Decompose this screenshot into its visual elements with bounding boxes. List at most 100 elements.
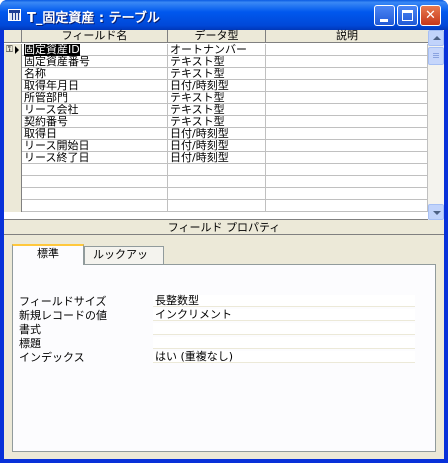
row-selector[interactable] xyxy=(4,92,22,104)
row-selector[interactable]: ⚿ xyxy=(4,44,22,56)
close-button[interactable]: ✕ xyxy=(420,5,441,26)
data-type-cell[interactable] xyxy=(168,164,266,176)
row-selector[interactable] xyxy=(4,176,22,188)
maximize-button[interactable] xyxy=(397,5,418,26)
description-cell[interactable] xyxy=(266,176,428,188)
property-value-field[interactable]: はい (重複なし) xyxy=(153,351,415,363)
table-row[interactable]: ⚿ 固定資産ID オートナンバー xyxy=(4,44,428,56)
arrow-down-icon xyxy=(433,211,441,215)
data-type-cell[interactable] xyxy=(168,188,266,200)
data-type-cell[interactable]: テキスト型 xyxy=(168,68,266,80)
field-name-cell[interactable]: 取得年月日 xyxy=(22,80,168,92)
field-name-cell[interactable] xyxy=(22,188,168,200)
scroll-thumb[interactable] xyxy=(428,47,444,65)
header-description[interactable]: 説明 xyxy=(266,30,428,43)
scroll-up-button[interactable] xyxy=(428,30,444,46)
field-name-cell-text: 取得日 xyxy=(24,128,57,140)
table-row[interactable]: 所管部門 テキスト型 xyxy=(4,92,428,104)
data-type-cell[interactable]: 日付/時刻型 xyxy=(168,140,266,152)
description-cell[interactable] xyxy=(266,200,428,212)
data-type-cell[interactable]: テキスト型 xyxy=(168,92,266,104)
description-cell[interactable] xyxy=(266,104,428,116)
table-row[interactable] xyxy=(4,188,428,200)
row-selector[interactable] xyxy=(4,80,22,92)
data-type-cell[interactable] xyxy=(168,200,266,212)
table-row[interactable] xyxy=(4,200,428,212)
property-row: 標題 xyxy=(19,337,419,350)
data-type-cell[interactable]: オートナンバー xyxy=(168,44,266,56)
property-value-field[interactable] xyxy=(153,323,415,335)
field-name-cell-text: 取得年月日 xyxy=(24,80,79,92)
property-value-field[interactable]: インクリメント xyxy=(153,309,415,321)
property-row: フィールドサイズ 長整数型 xyxy=(19,295,419,308)
data-type-cell[interactable]: テキスト型 xyxy=(168,104,266,116)
title-bar[interactable]: T_固定資産 : テーブル ✕ xyxy=(0,0,448,30)
field-name-cell[interactable] xyxy=(22,200,168,212)
table-row[interactable]: 固定資産番号 テキスト型 xyxy=(4,56,428,68)
description-cell[interactable] xyxy=(266,116,428,128)
row-selector[interactable] xyxy=(4,68,22,80)
field-name-cell[interactable]: 取得日 xyxy=(22,128,168,140)
minimize-button[interactable] xyxy=(374,5,395,26)
description-cell[interactable] xyxy=(266,188,428,200)
data-type-cell[interactable]: テキスト型 xyxy=(168,56,266,68)
description-cell[interactable] xyxy=(266,56,428,68)
row-selector[interactable] xyxy=(4,164,22,176)
field-name-cell[interactable]: リース終了日 xyxy=(22,152,168,164)
description-cell[interactable] xyxy=(266,80,428,92)
table-row[interactable] xyxy=(4,176,428,188)
data-type-cell[interactable] xyxy=(168,176,266,188)
description-cell[interactable] xyxy=(266,92,428,104)
table-row[interactable]: 契約番号 テキスト型 xyxy=(4,116,428,128)
row-selector[interactable] xyxy=(4,152,22,164)
table-row[interactable]: 名称 テキスト型 xyxy=(4,68,428,80)
description-cell[interactable] xyxy=(266,164,428,176)
row-selector[interactable] xyxy=(4,188,22,200)
data-type-cell[interactable]: 日付/時刻型 xyxy=(168,152,266,164)
header-field-name[interactable]: フィールド名 xyxy=(22,30,168,43)
data-type-cell[interactable]: テキスト型 xyxy=(168,116,266,128)
tab-general[interactable]: 標準 xyxy=(12,244,84,265)
field-name-cell[interactable]: 契約番号 xyxy=(22,116,168,128)
field-name-cell[interactable]: 名称 xyxy=(22,68,168,80)
field-name-cell[interactable] xyxy=(22,176,168,188)
property-row: 新規レコードの値 インクリメント xyxy=(19,309,419,322)
row-selector[interactable] xyxy=(4,200,22,212)
table-row[interactable]: リース開始日 日付/時刻型 xyxy=(4,140,428,152)
field-name-cell[interactable] xyxy=(22,164,168,176)
field-name-cell-text: 所管部門 xyxy=(24,92,68,104)
description-cell[interactable] xyxy=(266,68,428,80)
data-type-cell-text: 日付/時刻型 xyxy=(170,128,229,140)
description-cell[interactable] xyxy=(266,152,428,164)
description-cell[interactable] xyxy=(266,44,428,56)
field-grid: フィールド名 データ型 説明 ⚿ 固定資産ID オートナンバー 固定資産番号 テキスト型… xyxy=(4,30,444,220)
row-selector[interactable] xyxy=(4,56,22,68)
property-row: 書式 xyxy=(19,323,419,336)
table-row[interactable]: リース会社 テキスト型 xyxy=(4,104,428,116)
row-selector[interactable] xyxy=(4,116,22,128)
row-selector[interactable] xyxy=(4,128,22,140)
field-name-cell[interactable]: リース会社 xyxy=(22,104,168,116)
scroll-down-button[interactable] xyxy=(428,204,444,220)
table-row[interactable]: 取得年月日 日付/時刻型 xyxy=(4,80,428,92)
vertical-scrollbar[interactable] xyxy=(428,30,444,220)
row-selector[interactable] xyxy=(4,104,22,116)
property-value-field[interactable] xyxy=(153,337,415,349)
table-row[interactable]: リース終了日 日付/時刻型 xyxy=(4,152,428,164)
field-name-cell[interactable]: リース開始日 xyxy=(22,140,168,152)
header-data-type[interactable]: データ型 xyxy=(168,30,266,43)
data-type-cell[interactable]: 日付/時刻型 xyxy=(168,80,266,92)
description-cell[interactable] xyxy=(266,140,428,152)
description-cell[interactable] xyxy=(266,128,428,140)
table-row[interactable] xyxy=(4,164,428,176)
field-name-cell[interactable]: 所管部門 xyxy=(22,92,168,104)
table-row[interactable]: 取得日 日付/時刻型 xyxy=(4,128,428,140)
maximize-icon xyxy=(402,10,413,21)
tab-lookup[interactable]: ルックアップ xyxy=(84,246,164,277)
data-type-cell-text: 日付/時刻型 xyxy=(170,152,229,164)
data-type-cell[interactable]: 日付/時刻型 xyxy=(168,128,266,140)
property-value-field[interactable]: 長整数型 xyxy=(153,295,415,307)
field-name-cell[interactable]: 固定資産ID xyxy=(22,44,168,56)
row-selector[interactable] xyxy=(4,140,22,152)
field-name-cell[interactable]: 固定資産番号 xyxy=(22,56,168,68)
